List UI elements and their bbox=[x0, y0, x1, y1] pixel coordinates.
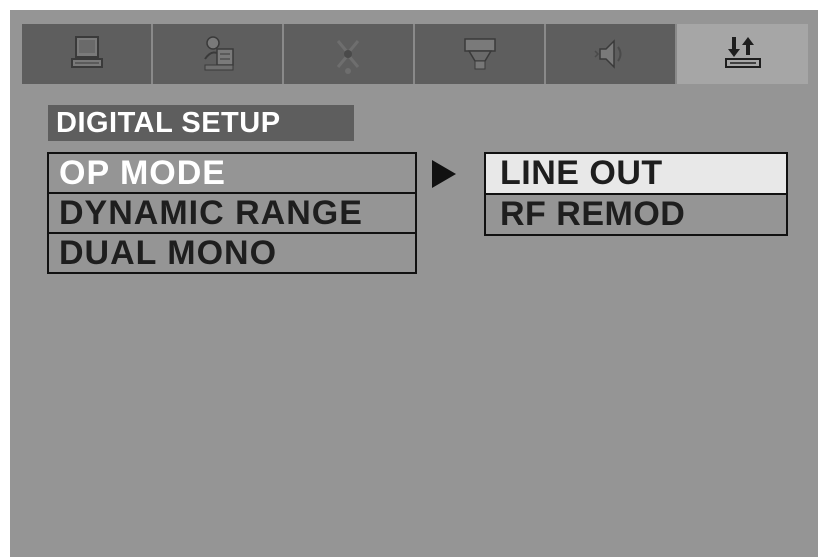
speaker-icon bbox=[593, 39, 621, 69]
video-icon bbox=[463, 38, 496, 70]
tab-audio[interactable] bbox=[284, 24, 415, 84]
tab-language[interactable] bbox=[153, 24, 284, 84]
tab-video[interactable] bbox=[415, 24, 546, 84]
tab-digital-setup[interactable] bbox=[677, 24, 808, 84]
settings-tab-bar bbox=[22, 24, 808, 84]
op-mode-options: LINE OUT RF REMOD bbox=[484, 152, 788, 236]
option-rf-remod[interactable]: RF REMOD bbox=[484, 193, 788, 236]
digital-setup-icon bbox=[724, 37, 761, 68]
language-settings-icon bbox=[203, 36, 234, 71]
menu-item-dual-mono[interactable]: DUAL MONO bbox=[47, 232, 417, 274]
option-line-out[interactable]: LINE OUT bbox=[484, 152, 788, 195]
submenu-pointer-icon bbox=[432, 160, 456, 188]
monitor-icon bbox=[70, 36, 103, 68]
tab-general[interactable] bbox=[22, 24, 153, 84]
audio-icon bbox=[336, 40, 359, 74]
page-title: DIGITAL SETUP bbox=[48, 105, 354, 141]
tab-speaker[interactable] bbox=[546, 24, 677, 84]
osd-screen bbox=[10, 10, 818, 557]
menu-item-op-mode[interactable]: OP MODE bbox=[47, 152, 417, 194]
menu-item-dynamic-range[interactable]: DYNAMIC RANGE bbox=[47, 192, 417, 234]
setup-menu: OP MODE DYNAMIC RANGE DUAL MONO bbox=[47, 152, 417, 274]
